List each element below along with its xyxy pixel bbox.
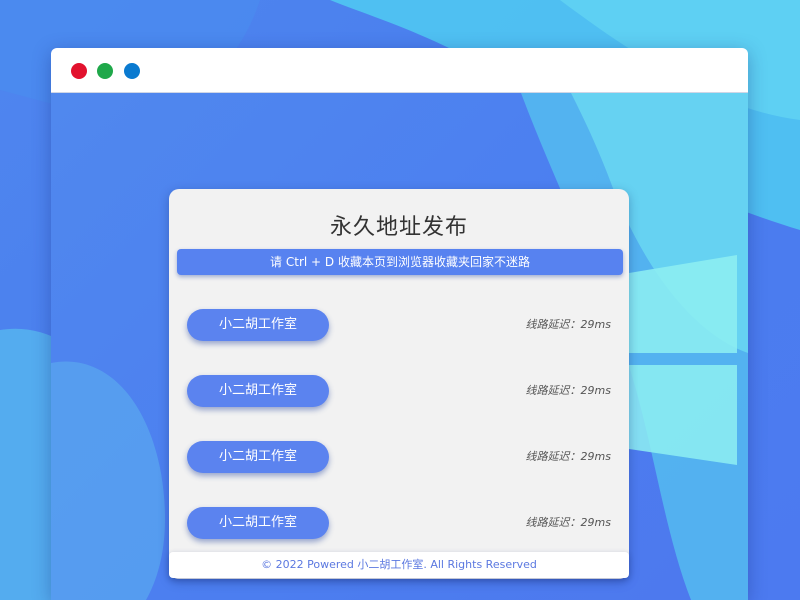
close-window-button[interactable] (71, 63, 87, 79)
minimize-window-button[interactable] (97, 63, 113, 79)
link-row: 小二胡工作室 线路延迟：29ms (169, 507, 629, 539)
latency-label: 线路延迟：29ms (525, 516, 611, 529)
footer-copyright: © 2022 Powered 小二胡工作室. All Rights Reserv… (169, 552, 629, 578)
site-link-button-1[interactable]: 小二胡工作室 (187, 309, 329, 341)
link-row: 小二胡工作室 线路延迟：29ms (169, 375, 629, 407)
latency-label: 线路延迟：29ms (525, 384, 611, 397)
bookmark-notice: 请 Ctrl + D 收藏本页到浏览器收藏夹回家不迷路 (177, 249, 623, 275)
latency-label: 线路延迟：29ms (525, 450, 611, 463)
link-row: 小二胡工作室 线路延迟：29ms (169, 441, 629, 473)
browser-window: 永久地址发布 请 Ctrl + D 收藏本页到浏览器收藏夹回家不迷路 小二胡工作… (51, 48, 748, 600)
site-link-button-4[interactable]: 小二胡工作室 (187, 507, 329, 539)
page-title: 永久地址发布 (329, 215, 468, 240)
title-bar (51, 48, 748, 93)
page-content: 永久地址发布 请 Ctrl + D 收藏本页到浏览器收藏夹回家不迷路 小二胡工作… (51, 93, 748, 600)
latency-label: 线路延迟：29ms (525, 318, 611, 331)
link-row: 小二胡工作室 线路延迟：29ms (169, 309, 629, 341)
site-link-button-3[interactable]: 小二胡工作室 (187, 441, 329, 473)
address-card: 永久地址发布 请 Ctrl + D 收藏本页到浏览器收藏夹回家不迷路 小二胡工作… (169, 189, 629, 579)
site-link-button-2[interactable]: 小二胡工作室 (187, 375, 329, 407)
maximize-window-button[interactable] (124, 63, 140, 79)
